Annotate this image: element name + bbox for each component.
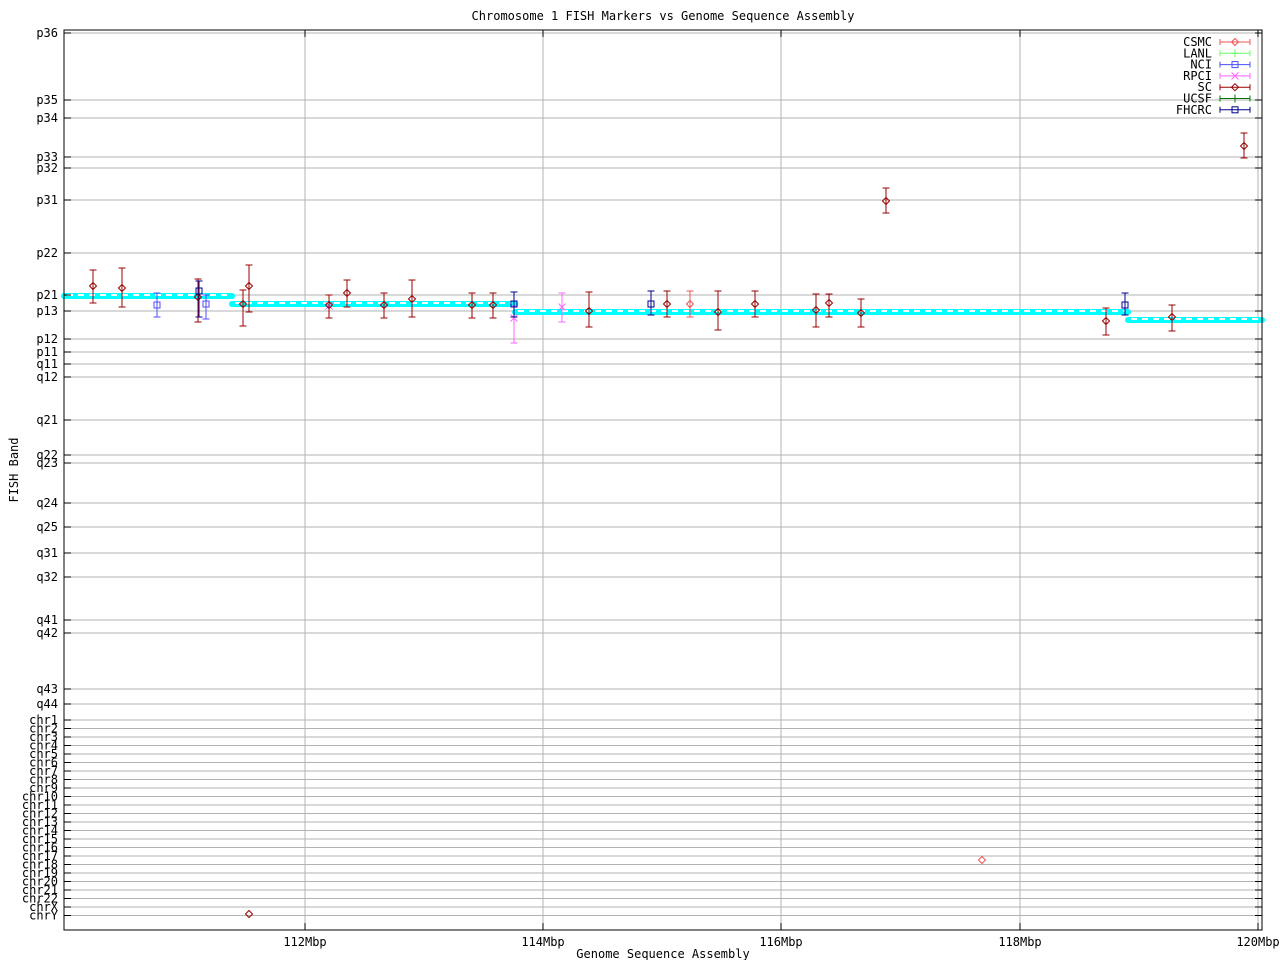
plot-area: p36p35p34p33p32p31p22p21p13p12p11q11q12q… <box>22 26 1280 949</box>
y-tick-label: q41 <box>36 613 58 627</box>
y-tick-label: q23 <box>36 456 58 470</box>
y-tick-label: q24 <box>36 496 58 510</box>
y-tick-label: q32 <box>36 570 58 584</box>
y-tick-label: q11 <box>36 357 58 371</box>
y-tick-label: q25 <box>36 520 58 534</box>
x-axis-title: Genome Sequence Assembly <box>576 947 750 960</box>
chart-title: Chromosome 1 FISH Markers vs Genome Sequ… <box>471 9 855 23</box>
y-tick-label: q21 <box>36 413 58 427</box>
y-tick-label: p21 <box>36 288 58 302</box>
y-tick-label: chrY <box>29 909 59 923</box>
y-tick-label: p36 <box>36 26 58 40</box>
legend-label-fhcrc: FHCRC <box>1176 103 1212 117</box>
y-tick-label: p12 <box>36 332 58 346</box>
y-tick-label: p13 <box>36 304 58 318</box>
y-tick-label: p31 <box>36 193 58 207</box>
y-tick-label: q12 <box>36 370 58 384</box>
csmc-point <box>977 855 987 865</box>
y-tick-label: q31 <box>36 546 58 560</box>
y-tick-label: p35 <box>36 93 58 107</box>
y-tick-label: p22 <box>36 246 58 260</box>
y-tick-label: q44 <box>36 697 58 711</box>
chart-canvas: Chromosome 1 FISH Markers vs Genome Sequ… <box>0 0 1280 960</box>
y-tick-label: p34 <box>36 111 58 125</box>
plot-border <box>63 29 1263 931</box>
sc-point <box>244 909 254 919</box>
y-tick-label: q42 <box>36 626 58 640</box>
y-axis-title: FISH Band <box>7 437 21 503</box>
y-tick-label: q43 <box>36 682 58 696</box>
y-tick-label: p32 <box>36 161 58 175</box>
